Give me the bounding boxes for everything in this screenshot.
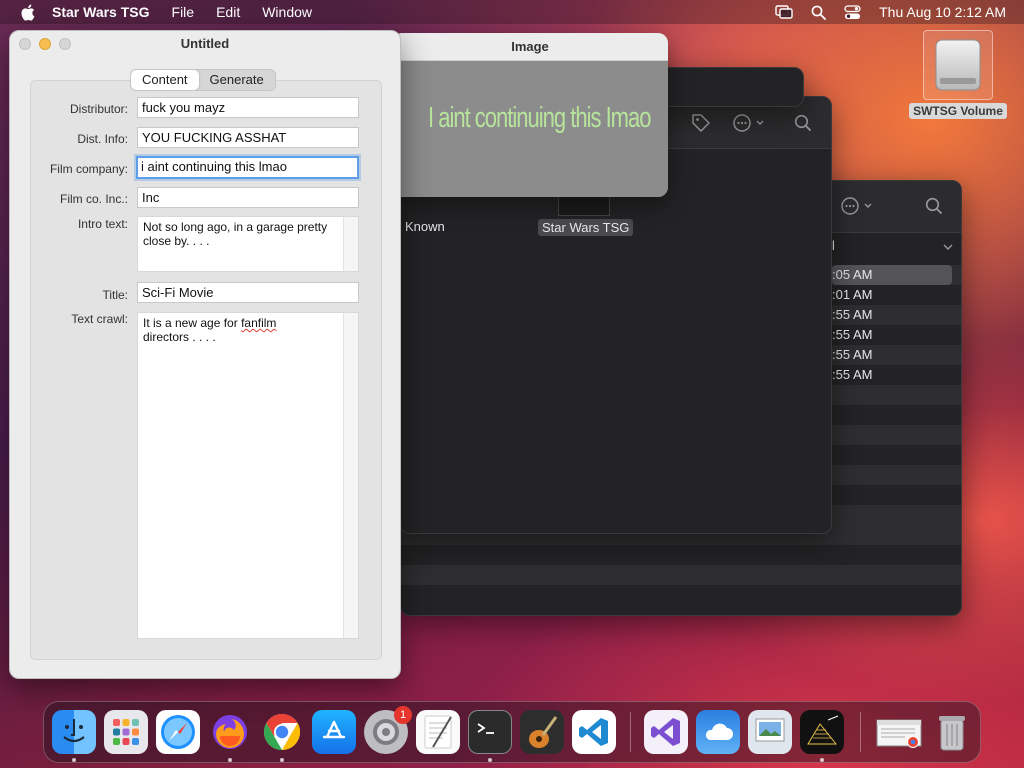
column-header[interactable]: l xyxy=(832,238,835,253)
trash-icon[interactable] xyxy=(930,710,974,754)
text-crawl-area[interactable]: It is a new age for fanfilm directors . .… xyxy=(137,312,359,639)
spotlight-search-icon[interactable] xyxy=(811,5,827,20)
preview-icon[interactable] xyxy=(748,710,792,754)
film-company-field[interactable]: i aint continuing this lmao xyxy=(136,156,359,179)
intro-text-value: Not so long ago, in a garage pretty clos… xyxy=(143,220,328,248)
intro-text-area[interactable]: Not so long ago, in a garage pretty clos… xyxy=(137,216,359,272)
terminal-icon[interactable] xyxy=(468,710,512,754)
film-company-label: Film company: xyxy=(49,162,128,176)
list-item-time[interactable]: :55 AM xyxy=(832,345,952,365)
garageband-icon[interactable] xyxy=(520,710,564,754)
launchpad-icon[interactable] xyxy=(104,710,148,754)
window-menu[interactable]: Window xyxy=(262,4,312,20)
app-menu[interactable]: Star Wars TSG xyxy=(52,4,150,20)
clock[interactable]: Thu Aug 10 2:12 AM xyxy=(879,4,1006,20)
text-crawl-label: Text crawl: xyxy=(71,312,128,326)
close-button[interactable] xyxy=(19,38,31,50)
chrome-window-thumbnail[interactable] xyxy=(874,710,924,754)
column-chevron-icon[interactable] xyxy=(942,240,954,255)
desktop-volume[interactable]: SWTSG Volume xyxy=(908,30,1008,119)
dock: 1 xyxy=(43,701,981,763)
visual-studio-icon[interactable] xyxy=(644,710,688,754)
volume-label: SWTSG Volume xyxy=(909,103,1007,119)
film-co-inc-label: Film co. Inc.: xyxy=(59,192,128,206)
control-center-icon[interactable] xyxy=(844,4,861,20)
star-wars-tsg-icon[interactable] xyxy=(800,710,844,754)
app-store-icon[interactable] xyxy=(312,710,356,754)
firefox-icon[interactable] xyxy=(208,710,252,754)
list-item-time[interactable]: :05 AM xyxy=(832,265,952,285)
textedit-icon[interactable] xyxy=(416,710,460,754)
more-actions-icon[interactable] xyxy=(840,196,876,219)
window-titlebar: Untitled xyxy=(10,31,400,57)
list-item-time[interactable]: :01 AM xyxy=(832,285,952,305)
dist-info-field[interactable]: YOU FUCKING ASSHAT xyxy=(137,127,359,148)
distributor-label: Distributor: xyxy=(69,102,128,116)
list-item-time[interactable]: :55 AM xyxy=(832,365,952,385)
minimize-button[interactable] xyxy=(39,38,51,50)
weather-icon[interactable] xyxy=(696,710,740,754)
intro-text-label: Intro text: xyxy=(77,217,128,231)
menu-bar: Star Wars TSG File Edit Window Thu Aug 1… xyxy=(0,0,1024,24)
tab-bar: Content Generate xyxy=(130,69,276,91)
safari-icon[interactable] xyxy=(156,710,200,754)
dist-info-label: Dist. Info: xyxy=(77,132,128,146)
finder-item-known[interactable]: Known xyxy=(405,219,445,234)
vscode-icon[interactable] xyxy=(572,710,616,754)
search-icon[interactable] xyxy=(794,114,812,135)
text-crawl-scrollbar[interactable] xyxy=(343,313,358,638)
more-actions-icon[interactable] xyxy=(732,113,768,136)
finder-item-star-wars-tsg[interactable]: Star Wars TSG xyxy=(538,219,634,236)
main-window[interactable]: Untitled Content Generate Distributor: f… xyxy=(9,30,401,679)
title-field[interactable]: Sci-Fi Movie xyxy=(137,282,359,303)
finder-icon[interactable] xyxy=(52,710,96,754)
system-settings-icon[interactable]: 1 xyxy=(364,706,412,754)
list-item-time[interactable]: :55 AM xyxy=(832,305,952,325)
app-thumbnail-icon[interactable] xyxy=(558,196,610,216)
crawl-preview-text: I aint continuing this Imao xyxy=(428,101,651,134)
notification-badge: 1 xyxy=(394,706,412,724)
tag-icon[interactable] xyxy=(690,112,712,137)
image-window[interactable]: Image I aint continuing this Imao xyxy=(392,33,668,197)
apple-menu-icon[interactable] xyxy=(18,3,36,21)
tab-content[interactable]: Content xyxy=(131,70,199,90)
distributor-field[interactable]: fuck you mayz xyxy=(137,97,359,118)
window-title: Untitled xyxy=(180,36,230,51)
tab-generate[interactable]: Generate xyxy=(199,70,275,90)
screen-mirroring-icon[interactable] xyxy=(775,5,793,19)
image-preview: I aint continuing this Imao xyxy=(392,61,668,197)
external-drive-icon xyxy=(923,30,993,100)
edit-menu[interactable]: Edit xyxy=(216,4,240,20)
intro-text-scrollbar[interactable] xyxy=(343,217,358,271)
list-item-time[interactable]: :55 AM xyxy=(832,325,952,345)
file-menu[interactable]: File xyxy=(172,4,195,20)
title-label: Title: xyxy=(102,288,128,302)
search-icon[interactable] xyxy=(925,197,943,218)
chrome-icon[interactable] xyxy=(260,710,304,754)
image-window-title: Image xyxy=(392,33,668,61)
film-co-inc-field[interactable]: Inc xyxy=(137,187,359,208)
text-crawl-value: It is a new age for fanfilm directors . .… xyxy=(143,316,277,344)
zoom-button[interactable] xyxy=(59,38,71,50)
